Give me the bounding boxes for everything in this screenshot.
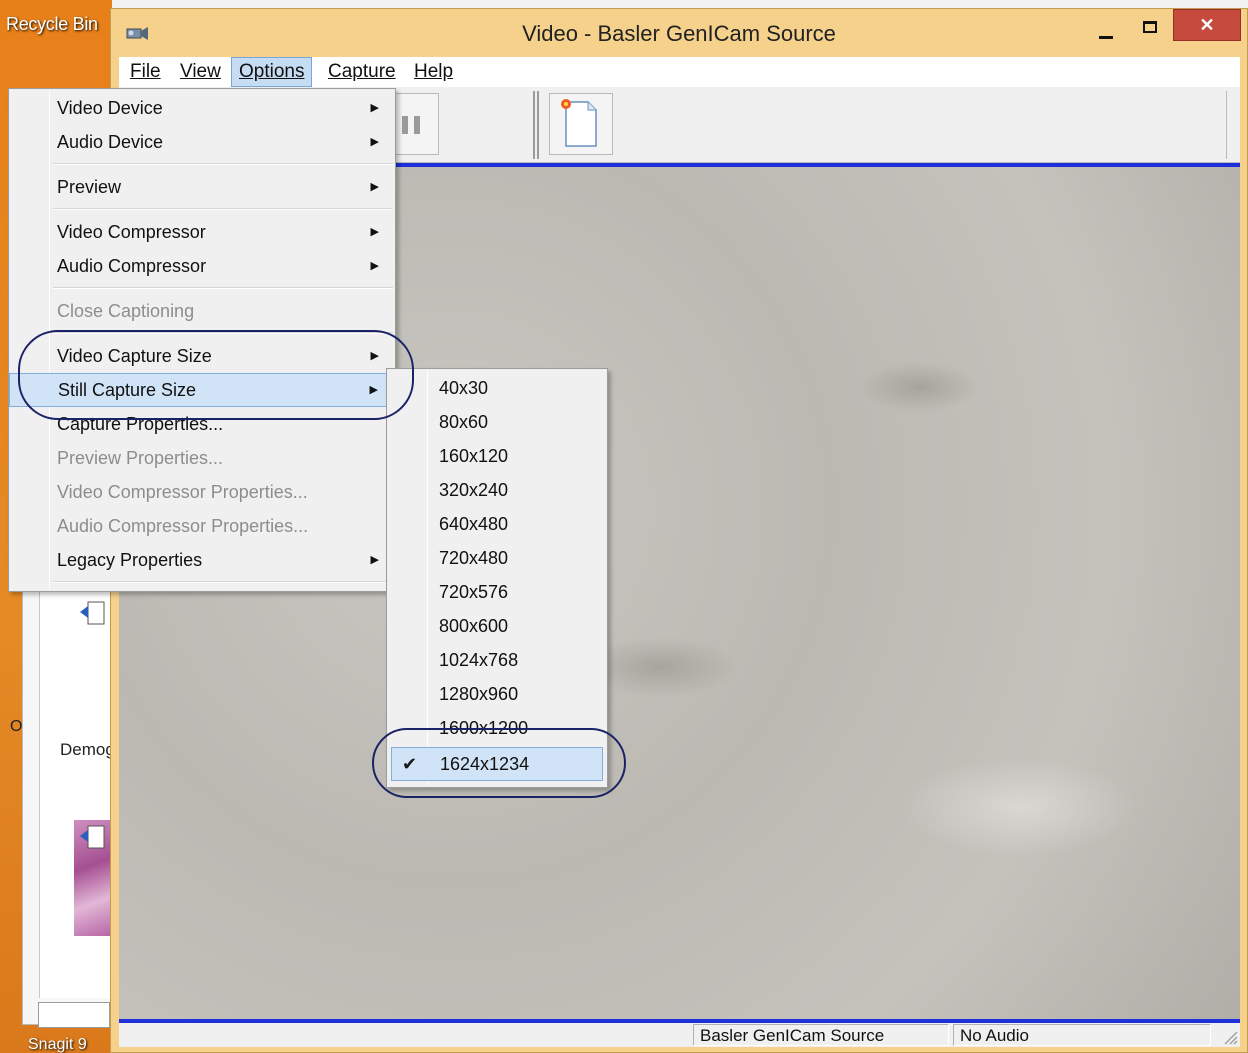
menu-options[interactable]: Options xyxy=(231,57,313,87)
submenu-arrow-icon: ▶ xyxy=(370,554,379,566)
submenu-arrow-icon: ▶ xyxy=(370,226,379,238)
options-menu: Video Device ▶ Audio Device ▶ Preview ▶ … xyxy=(8,88,396,592)
background-text: O xyxy=(10,718,23,735)
toolbar-separator xyxy=(533,91,539,159)
menu-item-audio-device[interactable]: Audio Device ▶ xyxy=(9,125,395,159)
status-bar: Basler GenICam Source No Audio xyxy=(119,1023,1240,1047)
resize-grip-icon[interactable] xyxy=(1220,1027,1238,1045)
title-bar[interactable]: Video - Basler GenICam Source ✕ xyxy=(111,9,1247,57)
menu-help[interactable]: Help xyxy=(407,57,460,87)
submenu-arrow-icon: ▶ xyxy=(369,384,378,396)
size-option[interactable]: 640x480 xyxy=(387,507,607,541)
minimize-button[interactable] xyxy=(1091,17,1125,47)
submenu-arrow-icon: ▶ xyxy=(370,102,379,114)
menu-item-label: Capture Properties... xyxy=(57,414,224,434)
menu-item-label: Audio Compressor xyxy=(57,256,207,276)
maximize-button[interactable] xyxy=(1133,17,1167,47)
size-option[interactable]: 40x30 xyxy=(387,371,607,405)
submenu-arrow-icon: ▶ xyxy=(370,350,379,362)
menu-capture[interactable]: Capture xyxy=(321,57,403,87)
size-option[interactable]: 800x600 xyxy=(387,609,607,643)
pause-icon xyxy=(414,116,420,134)
window-title: Video - Basler GenICam Source xyxy=(522,21,836,46)
menu-item-label: Video Device xyxy=(57,98,163,118)
submenu-arrow-icon: ▶ xyxy=(370,136,379,148)
snagit-label[interactable]: Snagit 9 xyxy=(28,1036,87,1053)
menu-item-label: Audio Compressor Properties... xyxy=(57,516,309,536)
menu-item-label: Preview xyxy=(57,177,122,197)
menu-item-label: Video Compressor xyxy=(57,222,206,242)
menu-help-label: Help xyxy=(414,61,454,82)
menu-bar: File View Options Capture Help xyxy=(119,57,1240,87)
recycle-bin-label[interactable]: Recycle Bin xyxy=(6,14,98,35)
menu-item-video-capture-size[interactable]: Video Capture Size ▶ xyxy=(9,339,395,373)
menu-item-still-capture-size[interactable]: Still Capture Size ▶ xyxy=(9,373,395,407)
size-option[interactable]: 320x240 xyxy=(387,473,607,507)
still-capture-size-submenu: 40x30 80x60 160x120 320x240 640x480 720x… xyxy=(386,368,608,788)
menu-item-preview-properties[interactable]: Preview Properties... xyxy=(9,441,395,475)
menu-item-label: Audio Device xyxy=(57,132,164,152)
menu-item-label: Video Compressor Properties... xyxy=(57,482,308,502)
menu-file[interactable]: File xyxy=(123,57,168,87)
menu-file-label: File xyxy=(130,61,161,82)
size-option[interactable]: 1024x768 xyxy=(387,643,607,677)
menu-item-label: Still Capture Size xyxy=(58,380,197,400)
menu-item-label: Preview Properties... xyxy=(57,448,224,468)
menu-separator xyxy=(53,581,393,583)
status-audio: No Audio xyxy=(953,1024,1211,1046)
menu-item-audio-compressor[interactable]: Audio Compressor ▶ xyxy=(9,249,395,283)
new-capture-file-button[interactable] xyxy=(549,93,613,155)
size-option[interactable]: 1600x1200 xyxy=(387,711,607,745)
new-file-icon xyxy=(561,99,597,147)
background-input xyxy=(38,1002,110,1028)
menu-options-label: Options xyxy=(239,61,305,82)
menu-item-video-compressor[interactable]: Video Compressor ▶ xyxy=(9,215,395,249)
menu-item-audio-compressor-properties[interactable]: Audio Compressor Properties... xyxy=(9,509,395,543)
document-icon xyxy=(80,825,105,849)
size-option[interactable]: 1280x960 xyxy=(387,677,607,711)
menu-item-legacy-properties[interactable]: Legacy Properties ▶ xyxy=(9,543,395,577)
menu-item-label: Video Capture Size xyxy=(57,346,212,366)
size-option-selected[interactable]: ✔ 1624x1234 xyxy=(391,747,603,781)
background-window-pane xyxy=(39,586,113,998)
close-button[interactable]: ✕ xyxy=(1173,9,1241,41)
minimize-icon xyxy=(1099,36,1113,39)
background-window xyxy=(22,585,113,1025)
size-option[interactable]: 80x60 xyxy=(387,405,607,439)
menu-view-label: View xyxy=(180,61,221,82)
size-option[interactable]: 160x120 xyxy=(387,439,607,473)
background-demo-label: Demog xyxy=(60,740,115,759)
menu-separator xyxy=(53,287,393,289)
menu-item-label: Legacy Properties xyxy=(57,550,203,570)
size-option[interactable]: 720x480 xyxy=(387,541,607,575)
menu-item-close-captioning[interactable]: Close Captioning xyxy=(9,294,395,328)
menu-item-preview[interactable]: Preview ▶ xyxy=(9,170,395,204)
menu-separator xyxy=(53,163,393,165)
menu-item-video-compressor-properties[interactable]: Video Compressor Properties... xyxy=(9,475,395,509)
pause-icon xyxy=(402,116,408,134)
close-icon: ✕ xyxy=(1199,15,1215,35)
maximize-icon xyxy=(1143,21,1157,33)
checkmark-icon: ✔ xyxy=(402,754,418,774)
toolbar-edge xyxy=(1226,91,1232,159)
menu-capture-label: Capture xyxy=(328,61,396,82)
document-icon xyxy=(80,601,105,625)
menu-item-label: Close Captioning xyxy=(57,301,195,321)
menu-item-capture-properties[interactable]: Capture Properties... xyxy=(9,407,395,441)
status-source: Basler GenICam Source xyxy=(693,1024,949,1046)
menu-view[interactable]: View xyxy=(173,57,228,87)
submenu-arrow-icon: ▶ xyxy=(370,260,379,272)
menu-separator xyxy=(53,332,393,334)
menu-separator xyxy=(53,208,393,210)
size-option-label: 1624x1234 xyxy=(440,754,530,774)
submenu-arrow-icon: ▶ xyxy=(370,181,379,193)
size-option[interactable]: 720x576 xyxy=(387,575,607,609)
menu-item-video-device[interactable]: Video Device ▶ xyxy=(9,91,395,125)
